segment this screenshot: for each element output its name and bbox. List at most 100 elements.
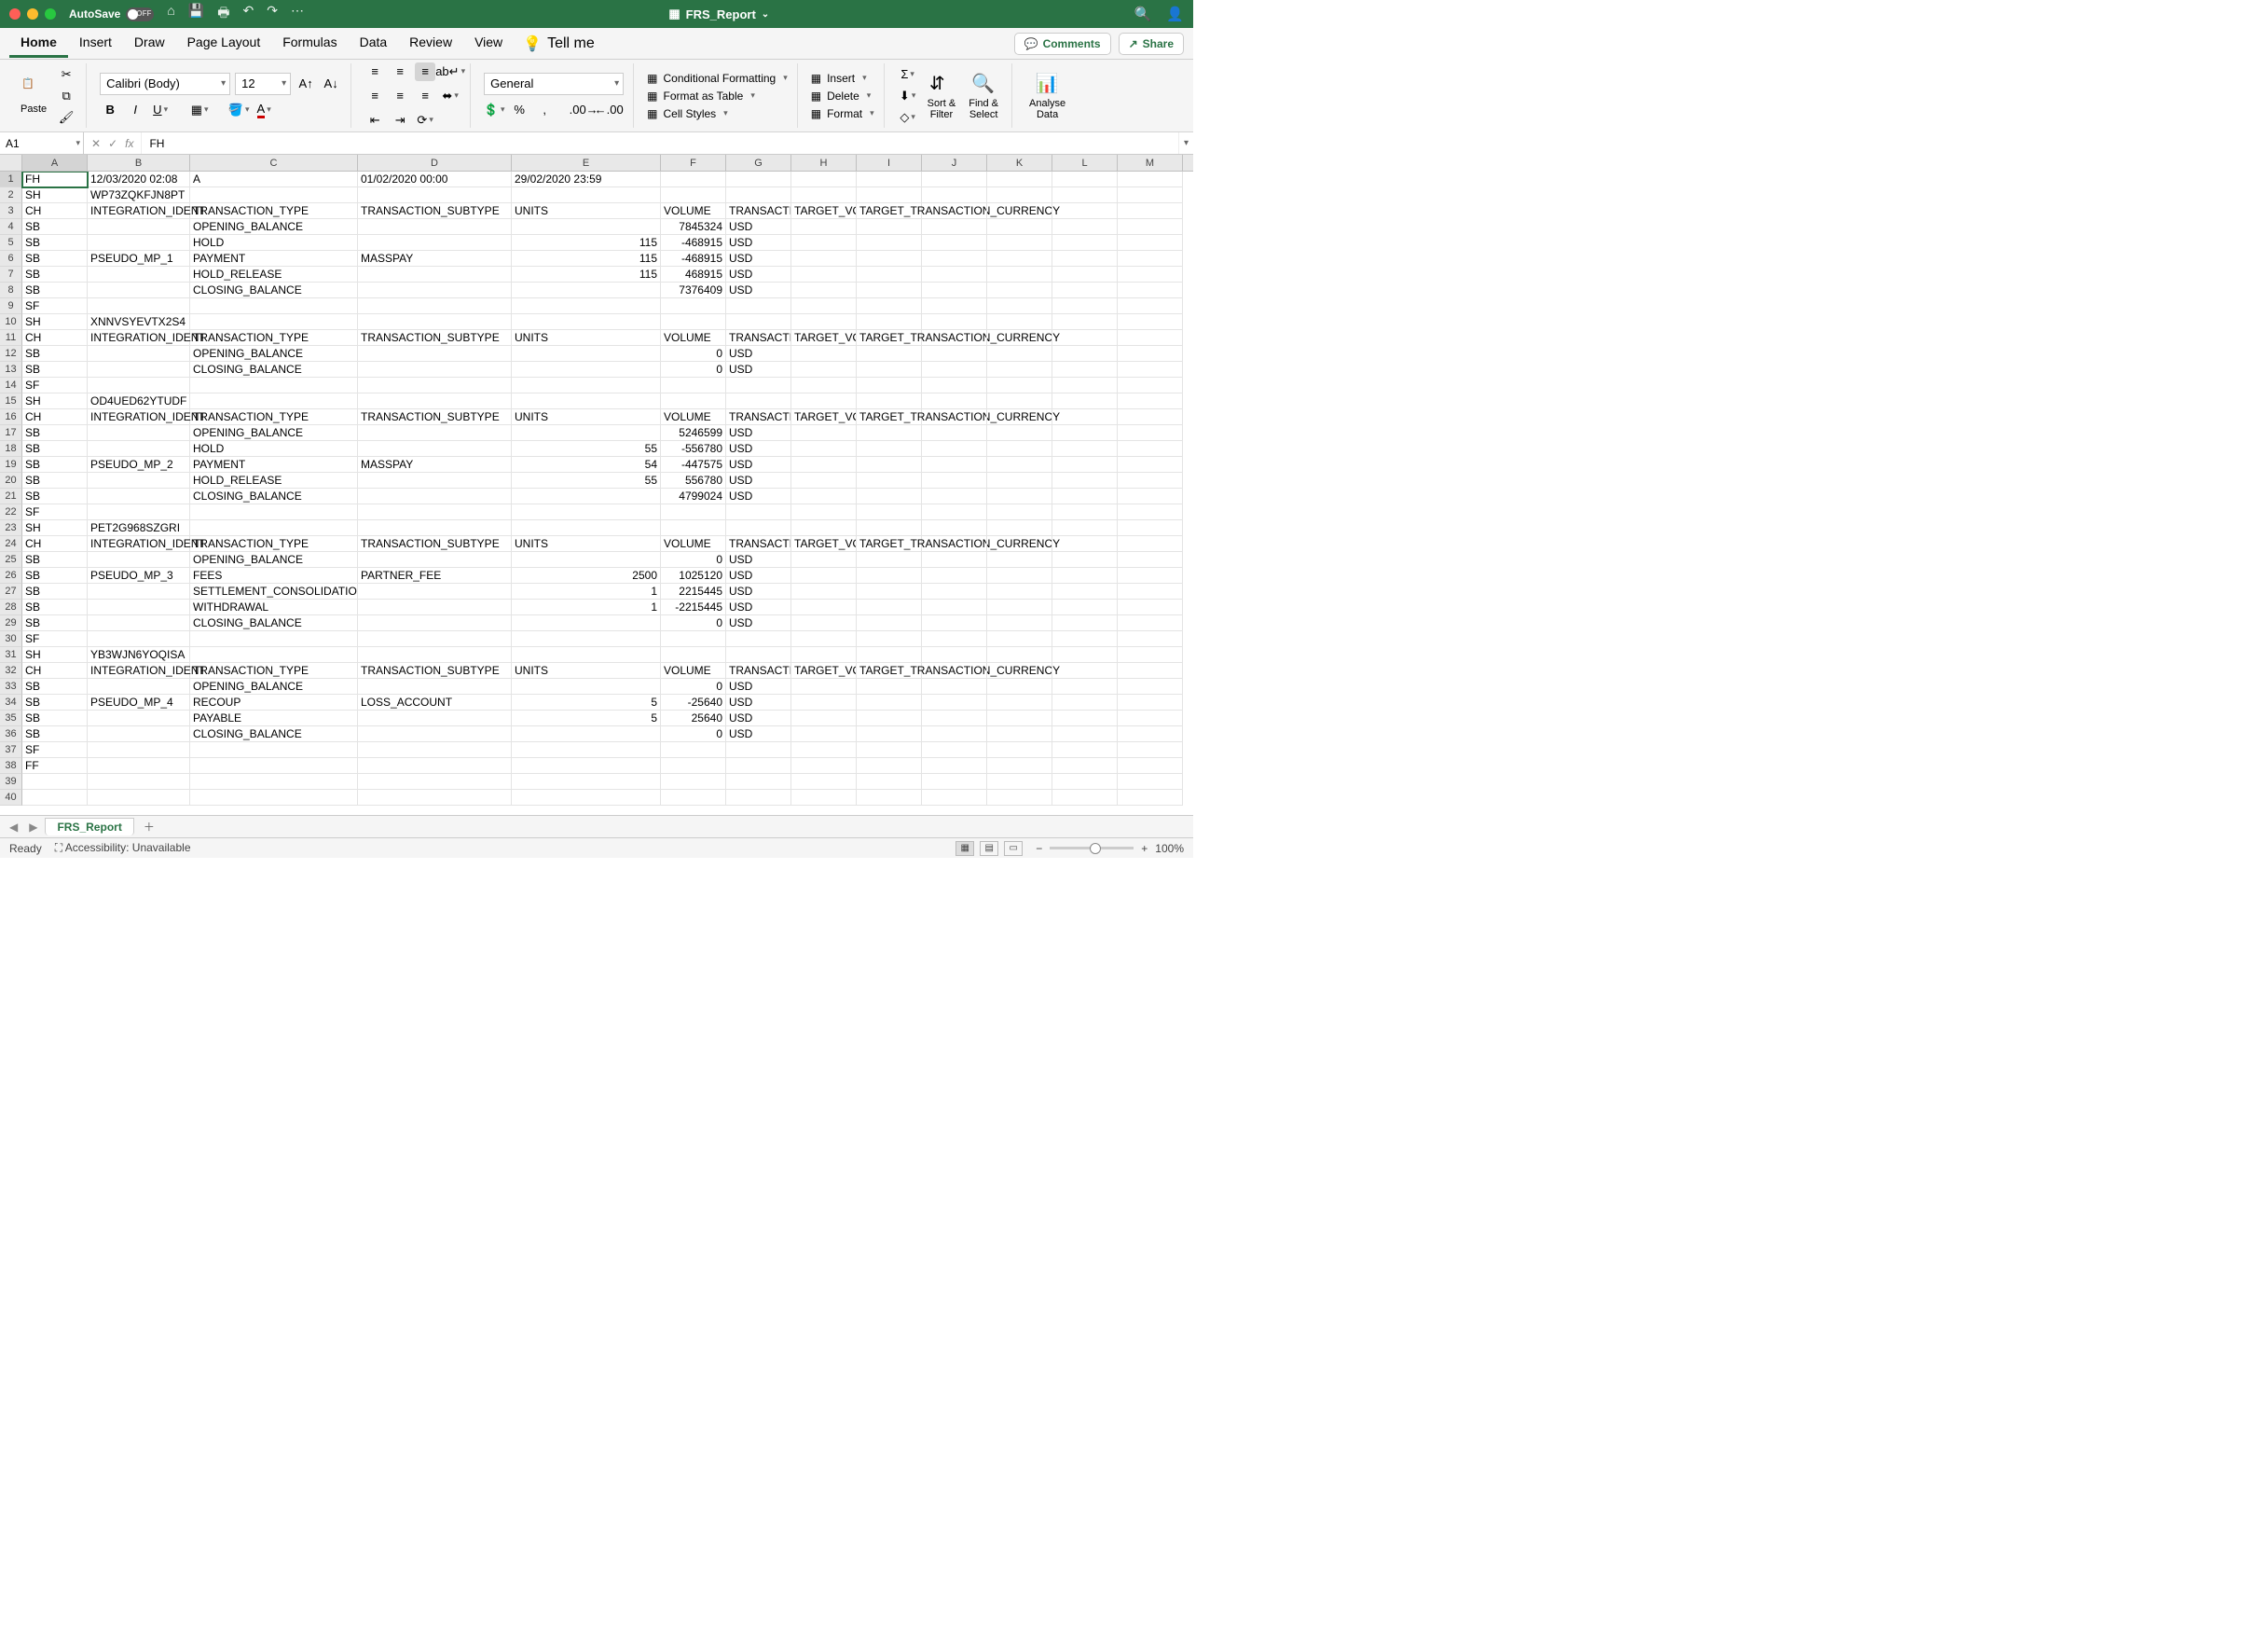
cell[interactable]: USD [726,267,791,283]
row-header[interactable]: 13 [0,362,22,378]
cell[interactable]: 7845324 [661,219,726,235]
cell[interactable]: CLOSING_BALANCE [190,726,358,742]
column-header-E[interactable]: E [512,155,661,171]
cell[interactable]: A [190,172,358,187]
cell[interactable]: 0 [661,362,726,378]
cell[interactable] [88,600,190,615]
paste-button[interactable]: 📋 Paste [17,76,50,117]
cell[interactable]: USD [726,346,791,362]
cell[interactable] [22,774,88,790]
column-header-I[interactable]: I [857,155,922,171]
cell[interactable]: USD [726,473,791,489]
cell[interactable] [726,172,791,187]
cell[interactable] [857,774,922,790]
cell[interactable] [987,473,1052,489]
cell[interactable] [726,378,791,393]
cell[interactable] [190,790,358,806]
cell[interactable]: SB [22,219,88,235]
cell[interactable] [922,489,987,504]
cell[interactable] [857,552,922,568]
cell[interactable]: WITHDRAWAL [190,600,358,615]
cell[interactable]: CH [22,203,88,219]
cell[interactable]: SB [22,473,88,489]
cell[interactable]: SETTLEMENT_CONSOLIDATION [190,584,358,600]
cell[interactable] [1052,790,1118,806]
cell[interactable] [358,520,512,536]
cell[interactable] [358,679,512,695]
cell[interactable]: -447575 [661,457,726,473]
cell[interactable] [512,219,661,235]
cell[interactable] [987,758,1052,774]
row-header[interactable]: 33 [0,679,22,695]
cell[interactable] [1118,362,1183,378]
cell[interactable] [661,314,726,330]
cell[interactable]: -556780 [661,441,726,457]
cell[interactable]: 2500 [512,568,661,584]
cell[interactable] [987,378,1052,393]
cell[interactable]: TARGET_TRANSACTION_CURRENCY [857,330,922,346]
cell[interactable] [987,631,1052,647]
cell-styles-button[interactable]: ▦Cell Styles▾ [647,106,788,121]
cell[interactable] [922,441,987,457]
cell[interactable] [987,711,1052,726]
cell[interactable] [358,346,512,362]
cell[interactable]: CLOSING_BALANCE [190,615,358,631]
cell[interactable] [512,314,661,330]
analyse-data-button[interactable]: 📊 Analyse Data [1025,70,1069,122]
cell[interactable]: PAYMENT [190,251,358,267]
row-header[interactable]: 4 [0,219,22,235]
cell[interactable] [922,362,987,378]
cell[interactable] [922,203,987,219]
cell[interactable]: USD [726,235,791,251]
cell[interactable] [857,219,922,235]
sheet-tab[interactable]: FRS_Report [45,818,133,835]
number-format-select[interactable]: General [484,73,624,95]
column-header-L[interactable]: L [1052,155,1118,171]
cell[interactable]: 54 [512,457,661,473]
cell[interactable] [857,600,922,615]
cell[interactable]: HOLD_RELEASE [190,267,358,283]
cell[interactable] [1052,251,1118,267]
cell[interactable]: TRANSACTIO [726,203,791,219]
cell[interactable] [88,726,190,742]
cell[interactable] [358,219,512,235]
cell[interactable] [358,489,512,504]
cell[interactable] [791,758,857,774]
cell[interactable] [88,504,190,520]
cell[interactable]: TARGET_TRANSACTION_CURRENCY [857,409,922,425]
cell[interactable]: 5 [512,711,661,726]
cell[interactable] [857,187,922,203]
cell[interactable] [1118,758,1183,774]
cell[interactable] [987,362,1052,378]
cell[interactable] [512,631,661,647]
cell[interactable]: OPENING_BALANCE [190,425,358,441]
cell[interactable] [1118,314,1183,330]
cell[interactable] [88,473,190,489]
cell[interactable]: 5 [512,695,661,711]
cell[interactable] [1052,726,1118,742]
cell[interactable] [1118,742,1183,758]
cell[interactable] [987,647,1052,663]
cell[interactable]: 115 [512,267,661,283]
cell[interactable] [987,267,1052,283]
cell[interactable]: SF [22,298,88,314]
cell[interactable] [1052,457,1118,473]
cell[interactable]: PET2G968SZGRI [88,520,190,536]
cell[interactable] [1118,568,1183,584]
cell[interactable] [857,711,922,726]
cell[interactable] [88,758,190,774]
cell[interactable] [88,774,190,790]
cell[interactable]: TRANSACTION_SUBTYPE [358,203,512,219]
cell[interactable]: TARGET_TRANSACTION_CURRENCY [857,203,922,219]
conditional-formatting-button[interactable]: ▦Conditional Formatting▾ [647,71,788,86]
cell[interactable] [791,298,857,314]
cell[interactable] [857,584,922,600]
cell[interactable] [922,711,987,726]
cell[interactable] [1052,330,1118,346]
cell[interactable]: USD [726,711,791,726]
cell[interactable] [1052,584,1118,600]
cell[interactable] [791,711,857,726]
column-header-A[interactable]: A [22,155,88,171]
cell[interactable]: 25640 [661,711,726,726]
copy-button[interactable]: ⧉ [56,87,76,105]
